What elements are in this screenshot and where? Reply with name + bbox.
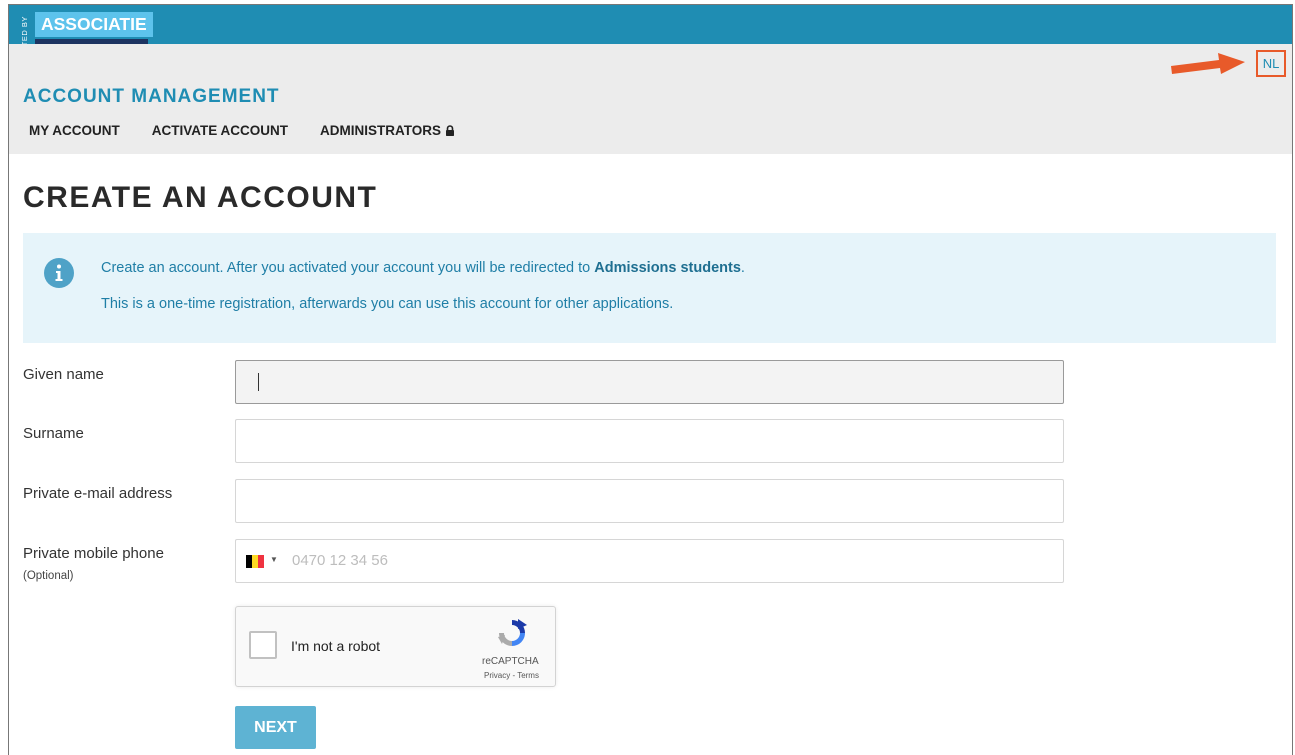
surname-label: Surname: [23, 425, 84, 442]
email-input[interactable]: [235, 479, 1064, 523]
top-bar: HOSTED BY ASSOCIATIE KU LEUVEN: [9, 5, 1292, 64]
phone-optional-label: (Optional): [23, 570, 74, 582]
alert-line-2: This is a one-time registration, afterwa…: [101, 296, 674, 312]
info-icon: [44, 258, 74, 288]
text-caret: [258, 373, 259, 391]
nav-administrators-label: ADMINISTRATORS: [320, 123, 441, 138]
phone-input[interactable]: ▼ 0470 12 34 56: [235, 539, 1064, 583]
browser-page: HOSTED BY ASSOCIATIE KU LEUVEN ACCOUNT M…: [8, 4, 1293, 755]
email-label: Private e-mail address: [23, 485, 173, 502]
page-title: CREATE AN ACCOUNT: [23, 181, 378, 214]
admissions-students-link: Admissions students: [594, 260, 741, 276]
recaptcha-logo-icon: [498, 619, 527, 646]
lock-icon: [445, 125, 455, 136]
surname-input[interactable]: [235, 419, 1064, 463]
next-button[interactable]: NEXT: [235, 706, 316, 749]
given-name-input[interactable]: [235, 360, 1064, 404]
belgium-flag-icon[interactable]: [246, 555, 264, 568]
header: ACCOUNT MANAGEMENT MY ACCOUNT ACTIVATE A…: [9, 44, 1292, 154]
recaptcha-checkbox[interactable]: [249, 631, 277, 659]
recaptcha-label: I'm not a robot: [291, 638, 381, 654]
alert-text-after: .: [740, 260, 745, 276]
info-alert: Create an account. After you activated y…: [23, 233, 1276, 343]
app-title: ACCOUNT MANAGEMENT: [23, 86, 280, 107]
recaptcha-terms-link[interactable]: Privacy - Terms: [484, 671, 539, 680]
phone-label: Private mobile phone: [23, 545, 164, 562]
recaptcha-brand: reCAPTCHA: [482, 656, 539, 667]
alert-line-1: Create an account. After you activated y…: [101, 260, 745, 276]
arrow-annotation-icon: [1171, 53, 1245, 74]
nav-activate-account[interactable]: ACTIVATE ACCOUNT: [152, 123, 288, 138]
phone-placeholder: 0470 12 34 56: [292, 552, 388, 569]
given-name-label: Given name: [23, 366, 104, 383]
alert-text-before: Create an account. After you activated y…: [101, 260, 595, 276]
nav-my-account[interactable]: MY ACCOUNT: [29, 123, 120, 138]
recaptcha-widget: I'm not a robot reCAPTCHA Privacy - Term…: [235, 606, 556, 687]
nav-administrators[interactable]: ADMINISTRATORS: [320, 123, 455, 138]
language-toggle-nl[interactable]: NL: [1256, 50, 1286, 77]
chevron-down-icon[interactable]: ▼: [270, 555, 278, 564]
logo-line-associatie: ASSOCIATIE: [35, 12, 153, 37]
main-nav: MY ACCOUNT ACTIVATE ACCOUNT ADMINISTRATO…: [29, 123, 487, 138]
